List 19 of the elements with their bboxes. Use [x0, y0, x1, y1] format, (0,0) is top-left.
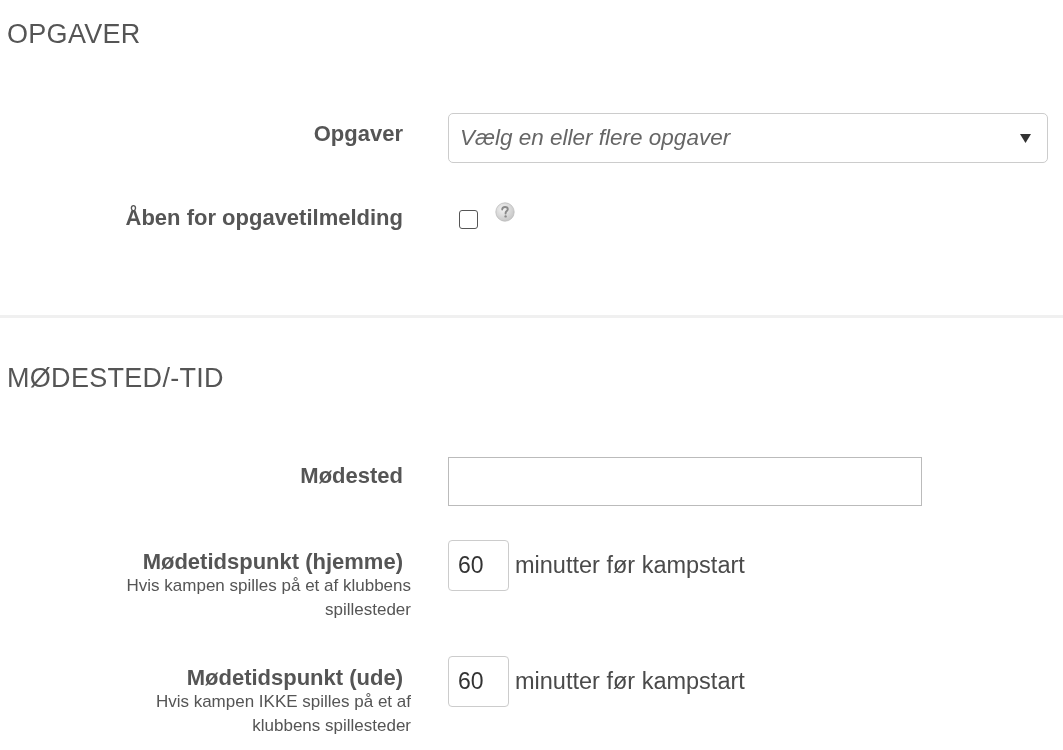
- select-placeholder: Vælg en eller flere opgaver: [460, 125, 731, 151]
- number-input[interactable]: 60: [448, 540, 509, 591]
- section-title: OPGAVER: [7, 18, 142, 50]
- help-icon[interactable]: [495, 202, 515, 222]
- field-label: Opgaver: [313, 122, 404, 146]
- number-input[interactable]: 60: [448, 656, 509, 707]
- task-select[interactable]: Vælg en eller flere opgaver: [448, 113, 1048, 163]
- field-label: Mødetidspunkt (hjemme): [142, 550, 404, 574]
- text-input[interactable]: [448, 457, 922, 506]
- unit-label: minutter før kampstart: [515, 552, 745, 579]
- field-label: Mødetidspunkt (ude): [186, 666, 404, 690]
- checkbox[interactable]: [459, 210, 478, 229]
- field-label: Mødested: [300, 464, 404, 488]
- field-hint: Hvis kampen spilles på et af klubbens spillesteder: [125, 575, 411, 621]
- section-title: MØDESTED/-TID: [7, 362, 225, 394]
- caret-icon: [1020, 133, 1031, 143]
- field-label: Åben for opgavetilmelding: [125, 206, 404, 230]
- field-hint: Hvis kampen IKKE spilles på et af klubbens spillesteder: [154, 691, 411, 737]
- unit-label: minutter før kampstart: [515, 668, 745, 695]
